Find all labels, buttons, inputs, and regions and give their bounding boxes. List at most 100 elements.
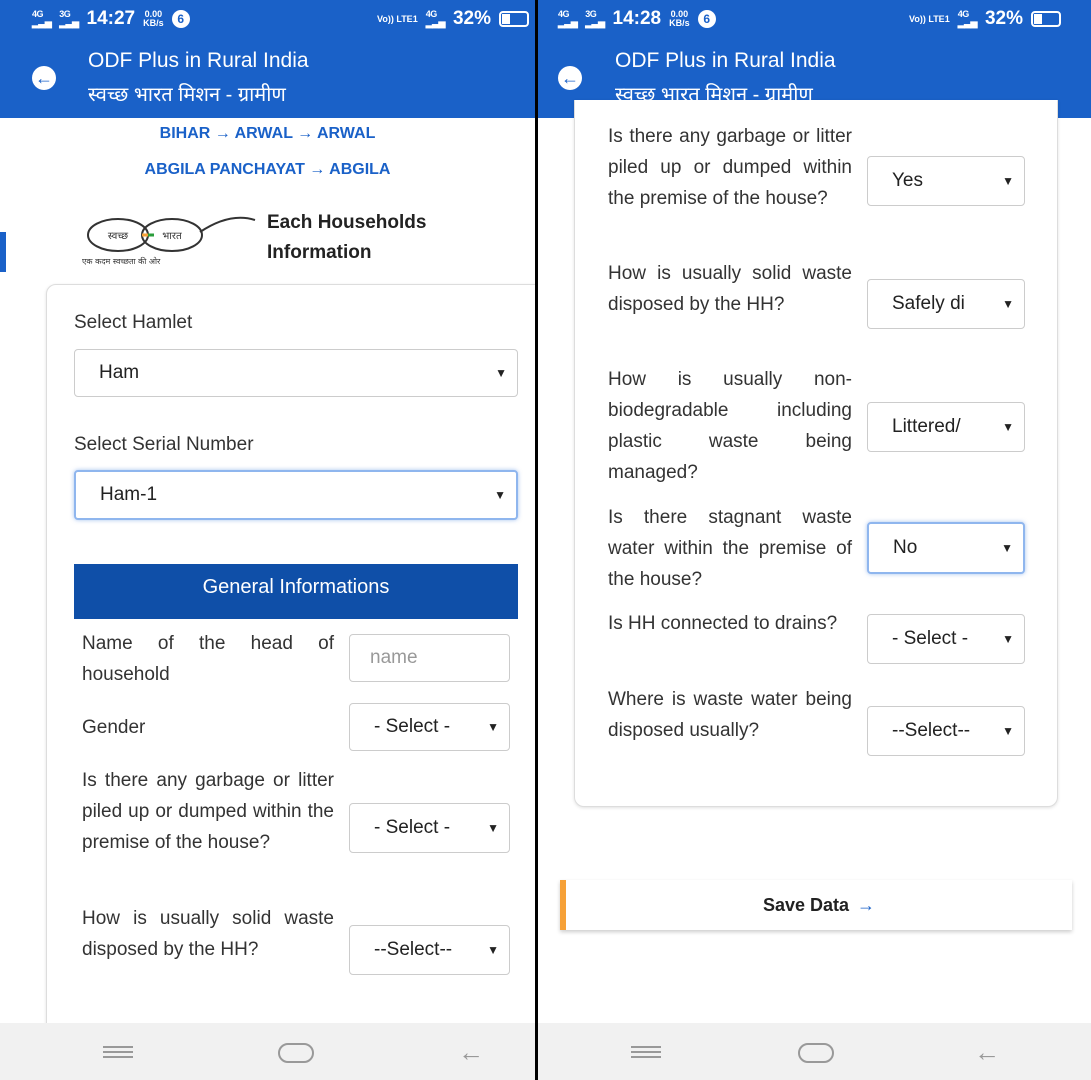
system-nav-bar: ← [0,1023,535,1080]
network-type-3: 4G [957,9,970,19]
solid-waste-question: How is usually solid waste disposed by t… [82,908,334,960]
status-bar: 4G ▂▃▅ 3G ▂▃▅ 14:27 0.00 KB/s 6 Vo)) LTE1 4… [0,0,535,36]
hamlet-select-value: Ham [99,362,140,383]
arrow-right-icon: → [857,895,876,915]
garbage-question: Is there any garbage or litter piled up … [608,126,852,209]
network-type-2: 3G [59,9,71,19]
hamlet-select[interactable]: Ham ▼ [74,349,518,397]
notification-count-icon: 6 [171,10,190,28]
right-phone-screen: 4G ▂▃▅ 3G ▂▃▅ 14:28 0.00 KB/s 6 Vo)) LTE1 4… [538,0,1091,1080]
home-icon[interactable] [278,1043,314,1063]
head-name-input[interactable]: name [349,634,510,682]
stagnant-water-select-value: No [893,537,918,558]
battery-percent: 32% [984,8,1023,29]
app-title: ODF Plus in Rural India [615,49,836,72]
drains-select[interactable]: - Select - ▼ [867,614,1025,664]
solid-waste-select-value: --Select-- [374,939,453,960]
network-type-3: 4G [425,9,438,19]
battery-icon [1031,11,1061,27]
back-icon[interactable]: ← [974,1037,1000,1068]
breadcrumb-panchayat: ABGILA PANCHAYAT → ABGILA [144,161,391,178]
dropdown-arrow-icon: ▼ [1002,420,1014,434]
dropdown-arrow-icon: ▼ [494,488,506,502]
section-title: Each Households Information [267,208,426,268]
volte-icon: Vo)) LTE1 [909,13,950,24]
solid-waste-select-value: Safely di [892,293,965,314]
back-icon[interactable]: ← [458,1037,484,1068]
solid-waste-question: How is usually solid waste disposed by t… [608,263,852,315]
speed-unit: KB/s [669,18,690,28]
non-biodegradable-question: How is usually non-biodegradable includi… [608,369,852,483]
speed-unit: KB/s [143,18,164,28]
battery-icon [499,11,529,27]
menu-icon[interactable] [103,1046,133,1058]
status-bar: 4G ▂▃▅ 3G ▂▃▅ 14:28 0.00 KB/s 6 Vo)) LTE1 4… [538,0,1091,36]
head-name-label: Name of the head of household [82,633,334,685]
non-biodegradable-select[interactable]: Littered/ ▼ [867,402,1025,452]
dropdown-arrow-icon: ▼ [1002,724,1014,738]
section-title-line1: Each Households [267,212,427,233]
back-arrow-icon[interactable]: ← [558,66,582,90]
save-data-button[interactable]: Save Data → [560,880,1072,930]
save-data-label: Save Data [762,895,850,915]
dropdown-arrow-icon: ▼ [1002,632,1014,646]
garbage-select-value: - Select - [374,817,451,838]
garbage-select-value: Yes [892,170,923,191]
hamlet-label: Select Hamlet [74,312,193,333]
menu-icon[interactable] [631,1046,661,1058]
stagnant-water-select[interactable]: No ▼ [867,522,1025,574]
dropdown-arrow-icon: ▼ [1002,174,1014,188]
system-nav-bar: ← [538,1023,1091,1080]
network-type-1: 4G [558,9,570,19]
gender-select[interactable]: - Select - ▼ [349,703,510,751]
gender-label: Gender [82,717,146,738]
serial-select[interactable]: Ham-1 ▼ [74,470,518,520]
section-title-line2: Information [267,242,372,263]
volte-icon: Vo)) LTE1 [377,13,418,24]
serial-label: Select Serial Number [74,434,254,455]
app-bar: ← ODF Plus in Rural India स्वच्छ भारत मि… [0,36,535,118]
general-info-header: General Informations [74,564,518,619]
dropdown-arrow-icon: ▼ [487,821,499,835]
signal-icon: 4G ▂▃▅ [32,9,52,28]
dropdown-arrow-icon: ▼ [495,366,507,380]
gender-select-value: - Select - [374,716,451,737]
dropdown-arrow-icon: ▼ [487,943,499,957]
waste-water-select[interactable]: --Select-- ▼ [867,706,1025,756]
garbage-question: Is there any garbage or litter piled up … [82,770,334,853]
non-biodegradable-select-value: Littered/ [892,416,961,437]
dropdown-arrow-icon: ▼ [1001,541,1013,555]
data-speed: 0.00 KB/s [669,10,690,28]
app-title: ODF Plus in Rural India [88,49,309,72]
garbage-select[interactable]: - Select - ▼ [349,803,510,853]
solid-waste-select[interactable]: --Select-- ▼ [349,925,510,975]
serial-select-value: Ham-1 [100,484,158,505]
head-name-placeholder: name [370,647,418,668]
garbage-select[interactable]: Yes ▼ [867,156,1025,206]
network-type-1: 4G [32,9,44,19]
data-speed: 0.00 KB/s [143,10,164,28]
stagnant-water-question: Is there stagnant waste water within the… [608,507,852,590]
signal-icon: 4G ▂▃▅ [425,9,446,28]
dropdown-arrow-icon: ▼ [487,720,499,734]
home-icon[interactable] [798,1043,834,1063]
drains-question: Is HH connected to drains? [608,613,838,634]
waste-water-question: Where is waste water being disposed usua… [608,689,852,741]
signal-icon: 3G ▂▃▅ [585,9,605,28]
logo-tagline: एक कदम स्वच्छता की ओर [82,256,161,266]
solid-waste-select[interactable]: Safely di ▼ [867,279,1025,329]
battery-percent: 32% [452,8,491,29]
clock: 14:27 [86,8,136,29]
dropdown-arrow-icon: ▼ [1002,297,1014,311]
swachh-bharat-logo: स्वच्छ भारत एक कदम स्वच्छता की ओर [82,216,256,266]
logo-text-left: स्वच्छ [108,231,128,242]
breadcrumb-state: BIHAR → ARWAL → ARWAL [159,125,376,142]
drains-select-value: - Select - [892,628,969,649]
back-arrow-icon[interactable]: ← [32,66,56,90]
waste-water-select-value: --Select-- [892,720,971,741]
left-phone-screen: 4G ▂▃▅ 3G ▂▃▅ 14:27 0.00 KB/s 6 Vo)) LTE1 4… [0,0,535,1080]
signal-icon: 4G ▂▃▅ [558,9,578,28]
side-indicator [0,232,6,272]
signal-icon: 3G ▂▃▅ [59,9,79,28]
signal-icon: 4G ▂▃▅ [957,9,978,28]
